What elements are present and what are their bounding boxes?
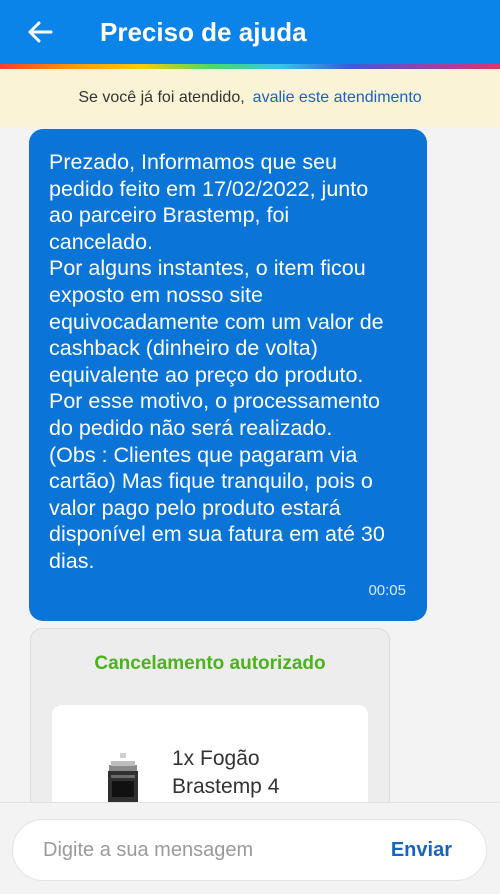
product-item[interactable]: 1x Fogão Brastemp 4 bbox=[52, 705, 368, 802]
send-button[interactable]: Enviar bbox=[391, 820, 452, 880]
agent-message-bubble: Prezado, Informamos que seu pedido feito… bbox=[29, 129, 427, 621]
rating-banner: Se você já foi atendido, avalie este ate… bbox=[0, 69, 500, 127]
cancellation-card: Cancelamento autorizado 1x Fogão Brastem… bbox=[30, 628, 390, 802]
product-name: 1x Fogão Brastemp 4 bbox=[172, 747, 280, 798]
arrow-left-icon bbox=[28, 21, 53, 43]
message-input-container: Enviar bbox=[12, 819, 487, 881]
page-title: Preciso de ajuda bbox=[100, 16, 307, 47]
message-input[interactable] bbox=[43, 820, 363, 880]
rating-banner-text: Se você já foi atendido, bbox=[78, 89, 245, 106]
back-button[interactable] bbox=[0, 0, 80, 64]
chat-thread[interactable]: Prezado, Informamos que seu pedido feito… bbox=[0, 127, 500, 802]
cancellation-status: Cancelamento autorizado bbox=[94, 653, 326, 674]
stove-icon bbox=[108, 753, 138, 802]
app-bar: Preciso de ajuda bbox=[0, 0, 500, 64]
rate-service-link[interactable]: avalie este atendimento bbox=[253, 89, 422, 107]
message-composer: Enviar bbox=[0, 802, 500, 894]
message-timestamp: 00:05 bbox=[368, 582, 406, 599]
message-text: Prezado, Informamos que seu pedido feito… bbox=[49, 150, 385, 573]
